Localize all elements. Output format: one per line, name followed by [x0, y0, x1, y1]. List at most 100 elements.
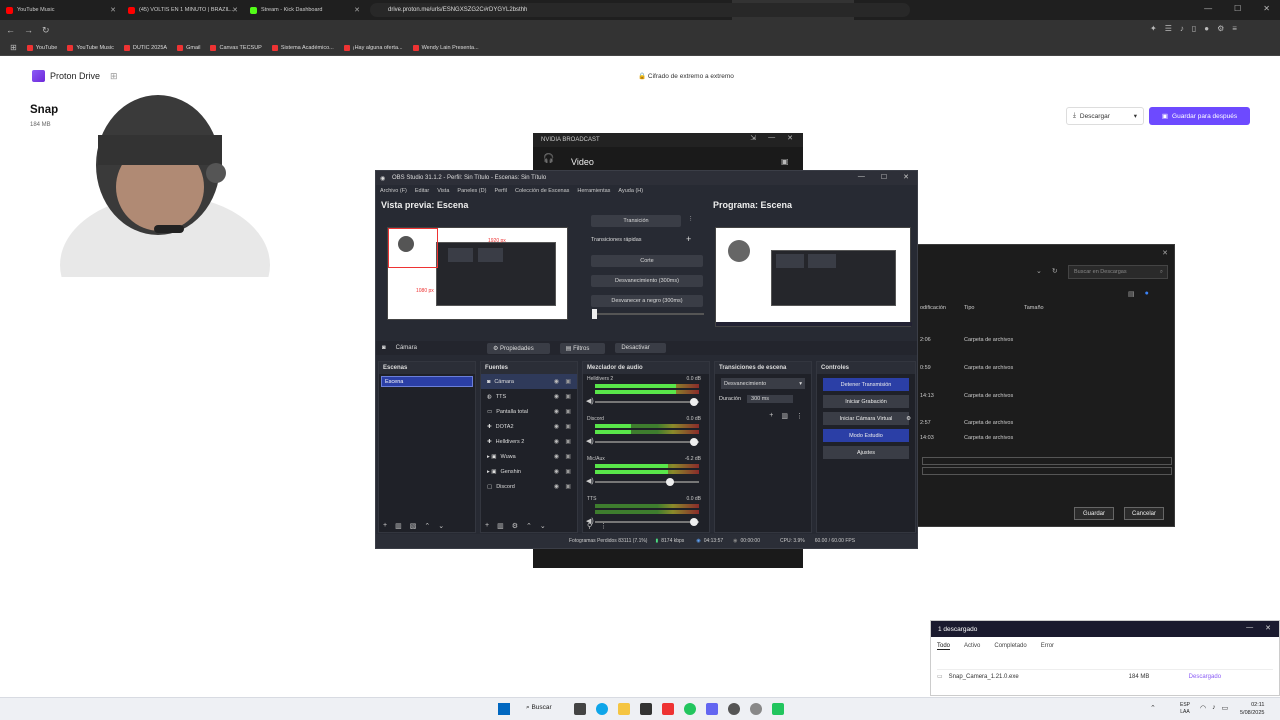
- close-icon[interactable]: ✕: [787, 134, 793, 142]
- move-up-icon[interactable]: ⌃: [526, 522, 532, 530]
- more-options-icon[interactable]: ⋮: [600, 522, 607, 530]
- scene-item[interactable]: Escena: [381, 376, 473, 387]
- deactivate-button[interactable]: Desactivar: [615, 343, 666, 353]
- volume-fader[interactable]: [595, 518, 699, 526]
- refresh-icon[interactable]: ↻: [1052, 267, 1058, 275]
- lock-icon[interactable]: ▣: [565, 438, 571, 445]
- store-icon[interactable]: [640, 703, 652, 715]
- taskbar-search[interactable]: ⌕ Buscar: [526, 704, 552, 712]
- move-down-icon[interactable]: ⌄: [438, 522, 444, 530]
- file-date[interactable]: 14:13: [920, 393, 934, 399]
- profile-icon[interactable]: ●: [1204, 24, 1209, 33]
- file-type[interactable]: Carpeta de archivos: [964, 420, 1013, 426]
- eye-icon[interactable]: ◉: [554, 423, 559, 430]
- delete-icon[interactable]: ▥: [497, 522, 504, 530]
- settings-icon[interactable]: ⚙: [512, 522, 518, 530]
- file-type[interactable]: Carpeta de archivos: [964, 435, 1013, 441]
- camera-bounding-box[interactable]: [388, 228, 438, 268]
- chevron-up-icon[interactable]: ⌃: [1150, 704, 1156, 712]
- maximize-icon[interactable]: ☐: [881, 173, 887, 181]
- minimize-icon[interactable]: —: [858, 173, 865, 181]
- obs-menu-item[interactable]: Paneles (D): [457, 188, 486, 194]
- dialog-save-button[interactable]: Guardar: [1074, 507, 1114, 520]
- obs-menu-item[interactable]: Perfil: [494, 188, 507, 194]
- gear-icon[interactable]: ⚙: [906, 416, 911, 422]
- close-icon[interactable]: ✕: [1263, 4, 1270, 13]
- volume-fader[interactable]: [595, 438, 699, 446]
- bookmark-item[interactable]: YouTube Music: [67, 44, 114, 51]
- whatsapp-icon[interactable]: [684, 703, 696, 715]
- minimize-icon[interactable]: —: [1204, 4, 1212, 13]
- fade-black-select[interactable]: Desvanecer a negro (300ms): [591, 295, 703, 307]
- speaker-icon[interactable]: ◀): [586, 397, 594, 405]
- move-up-icon[interactable]: ⌃: [424, 522, 430, 530]
- filters-button[interactable]: ▤ Filtros: [559, 342, 606, 354]
- add-icon[interactable]: +: [769, 412, 773, 420]
- control-button[interactable]: Ajustes: [823, 446, 909, 459]
- close-icon[interactable]: ✕: [903, 173, 909, 181]
- file-date[interactable]: 0:59: [920, 365, 931, 371]
- source-item[interactable]: ◍ TTS ◉ ▣: [481, 389, 577, 404]
- view-options-icon[interactable]: ▤: [1128, 290, 1135, 298]
- lock-icon[interactable]: ▣: [565, 453, 571, 460]
- minimize-icon[interactable]: —: [1246, 624, 1253, 632]
- battery-icon[interactable]: ▭: [1222, 704, 1229, 712]
- transition-slider[interactable]: [592, 309, 704, 319]
- minimize-icon[interactable]: —: [768, 134, 775, 142]
- edge-icon[interactable]: [596, 703, 608, 715]
- lock-icon[interactable]: ▣: [565, 408, 571, 415]
- chevron-down-icon[interactable]: ▾: [1134, 112, 1137, 120]
- chat-icon[interactable]: ▣: [781, 157, 789, 166]
- dialog-search-input[interactable]: Buscar en Descargas ⌕: [1068, 265, 1168, 279]
- url-input[interactable]: drive.proton.me/urls/ESNGXSZG2C#rDYGYL2b…: [370, 3, 910, 17]
- source-item[interactable]: ▸ ▣ Wuwa ◉ ▣: [481, 449, 577, 464]
- obs-menu-item[interactable]: Colección de Escenas: [515, 188, 569, 194]
- close-icon[interactable]: ✕: [1162, 249, 1168, 257]
- brave-icon[interactable]: [662, 703, 674, 715]
- delete-icon[interactable]: ▥: [395, 522, 402, 530]
- fader-knob[interactable]: [689, 438, 698, 446]
- control-button[interactable]: Iniciar Grabación: [823, 395, 909, 408]
- bookmark-item[interactable]: DUTIC 2025A: [123, 44, 167, 51]
- more-options-icon[interactable]: ⋮: [796, 412, 803, 420]
- downloads-tab[interactable]: Todo: [937, 643, 951, 650]
- eye-icon[interactable]: ◉: [554, 438, 559, 445]
- save-for-later-button[interactable]: ▣ Guardar para después: [1149, 107, 1250, 125]
- add-icon[interactable]: +: [485, 522, 489, 530]
- downloads-tab[interactable]: Activo: [964, 643, 980, 650]
- obs-menu-item[interactable]: Ayuda (H): [618, 188, 643, 194]
- wifi-icon[interactable]: ◠: [1200, 704, 1206, 712]
- bookmark-item[interactable]: ¡Hay alguna oferta...: [343, 44, 403, 51]
- apps-grid-icon[interactable]: ⊞: [10, 43, 17, 52]
- source-item[interactable]: ✚ DOTA2 ◉ ▣: [481, 419, 577, 434]
- kick-icon[interactable]: [772, 703, 784, 715]
- menu-icon[interactable]: ≡: [1232, 24, 1237, 33]
- chevron-down-icon[interactable]: ⌄: [1036, 267, 1042, 275]
- fader-knob[interactable]: [689, 398, 698, 406]
- properties-button[interactable]: ⚙ Propiedades: [486, 342, 550, 354]
- eye-icon[interactable]: ◉: [554, 483, 559, 490]
- file-type[interactable]: Carpeta de archivos: [964, 337, 1013, 343]
- fader-knob[interactable]: [689, 518, 698, 526]
- speaker-icon[interactable]: ◀): [586, 477, 594, 485]
- volume-fader[interactable]: [595, 398, 699, 406]
- file-date[interactable]: 14:03: [920, 435, 934, 441]
- pin-icon[interactable]: ⇲: [750, 134, 756, 142]
- control-button[interactable]: Detener Transmisión: [823, 378, 909, 391]
- close-icon[interactable]: ✕: [1265, 624, 1271, 632]
- close-icon[interactable]: ✕: [354, 6, 360, 14]
- source-item[interactable]: ▢ Discord ◉ ▣: [481, 479, 577, 494]
- source-item[interactable]: ▸ ▣ Genshin ◉ ▣: [481, 464, 577, 479]
- column-type[interactable]: Tipo: [964, 305, 975, 311]
- obs-taskbar-icon[interactable]: [728, 703, 740, 715]
- add-icon[interactable]: +: [383, 522, 387, 530]
- windows-start-icon[interactable]: [498, 703, 510, 715]
- browser-tab[interactable]: (45) VOLTIS EN 1 MINUTO | BRAZIL... ✕: [122, 0, 244, 20]
- settings-icon[interactable]: ⚙: [1217, 24, 1224, 33]
- download-button[interactable]: ⤓ Descargar ▾: [1066, 107, 1144, 125]
- preview-canvas[interactable]: 1920 px 1080 px: [387, 227, 568, 320]
- clock[interactable]: 02:11 5/08/2025: [1240, 701, 1264, 717]
- eye-icon[interactable]: ◉: [554, 393, 559, 400]
- obs-menu-item[interactable]: Archivo (F): [380, 188, 407, 194]
- transition-type-select[interactable]: Desvanecimiento ▾: [721, 378, 805, 389]
